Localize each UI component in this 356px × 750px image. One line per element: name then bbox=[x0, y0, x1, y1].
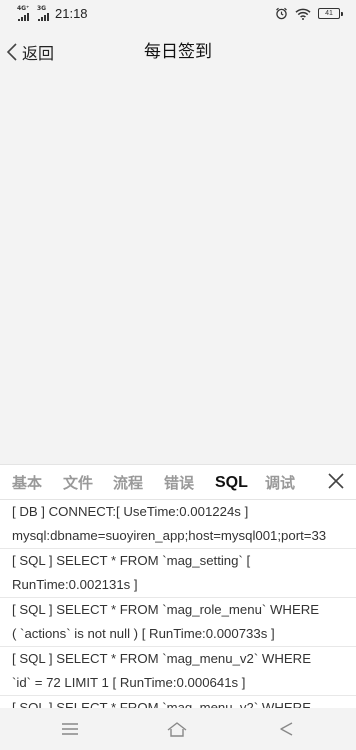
back-nav-icon[interactable] bbox=[276, 718, 298, 740]
signal-icon bbox=[18, 13, 29, 21]
battery-level: 41 bbox=[325, 10, 333, 17]
tab-basic[interactable]: 基本 bbox=[12, 473, 42, 493]
page-content bbox=[0, 74, 356, 464]
signal-4g: 4G⁺ bbox=[17, 6, 33, 22]
tab-flow[interactable]: 流程 bbox=[113, 473, 143, 493]
clock: 21:18 bbox=[55, 6, 88, 21]
log-line: mysql:dbname=suoyiren_app;host=mysql001;… bbox=[12, 528, 327, 543]
close-icon[interactable] bbox=[326, 471, 346, 491]
log-line: `id` = 72 LIMIT 1 [ RunTime:0.000641s ] bbox=[12, 675, 246, 690]
log-line: [ SQL ] SELECT * FROM `mag_setting` [ bbox=[12, 553, 251, 568]
nav-bar: 返回 每日签到 bbox=[0, 30, 356, 74]
signal-icon bbox=[38, 13, 49, 21]
sql-log-list: [ DB ] CONNECT:[ UseTime:0.001224s ] mys… bbox=[0, 500, 356, 709]
network-type-label: 4G⁺ bbox=[17, 5, 30, 12]
log-line: RunTime:0.002131s ] bbox=[12, 577, 138, 592]
wifi-icon bbox=[295, 8, 311, 20]
log-entry: [ DB ] CONNECT:[ UseTime:0.001224s ] mys… bbox=[0, 500, 356, 549]
signal-3g: 3G bbox=[37, 6, 53, 22]
log-entry: [ SQL ] SELECT * FROM `mag_role_menu` WH… bbox=[0, 598, 356, 647]
menu-icon[interactable] bbox=[59, 718, 81, 740]
log-line: [ DB ] CONNECT:[ UseTime:0.001224s ] bbox=[12, 504, 249, 519]
alarm-clock-icon bbox=[276, 7, 287, 20]
tab-sql[interactable]: SQL bbox=[215, 473, 248, 493]
status-bar: 4G⁺ 3G 21:18 41 bbox=[0, 0, 356, 30]
log-line: [ SQL ] SELECT * FROM `mag_role_menu` WH… bbox=[12, 602, 320, 617]
log-line: [ SQL ] SELECT * FROM `mag_menu_v2` WHER… bbox=[12, 651, 311, 666]
system-nav-bar bbox=[0, 708, 356, 750]
home-icon[interactable] bbox=[166, 718, 188, 740]
debug-tab-bar: 基本 文件 流程 错误 SQL 调试 bbox=[0, 465, 356, 500]
status-icons: 41 bbox=[275, 7, 343, 20]
tab-errors[interactable]: 错误 bbox=[164, 473, 194, 493]
debug-panel: 基本 文件 流程 错误 SQL 调试 [ DB ] CONNECT:[ UseT… bbox=[0, 464, 356, 709]
tab-files[interactable]: 文件 bbox=[63, 473, 93, 493]
battery-icon: 41 bbox=[318, 8, 343, 19]
page-title: 每日签到 bbox=[144, 42, 212, 62]
log-line: ( `actions` is not null ) [ RunTime:0.00… bbox=[12, 626, 275, 641]
log-entry: [ SQL ] SELECT * FROM `mag_setting` [ Ru… bbox=[0, 549, 356, 598]
network-type-label: 3G bbox=[37, 5, 47, 12]
tab-debug[interactable]: 调试 bbox=[265, 473, 295, 493]
log-entry: [ SQL ] SELECT * FROM `mag_menu_v2` WHER… bbox=[0, 647, 356, 696]
network-indicators: 4G⁺ 3G bbox=[17, 6, 53, 22]
